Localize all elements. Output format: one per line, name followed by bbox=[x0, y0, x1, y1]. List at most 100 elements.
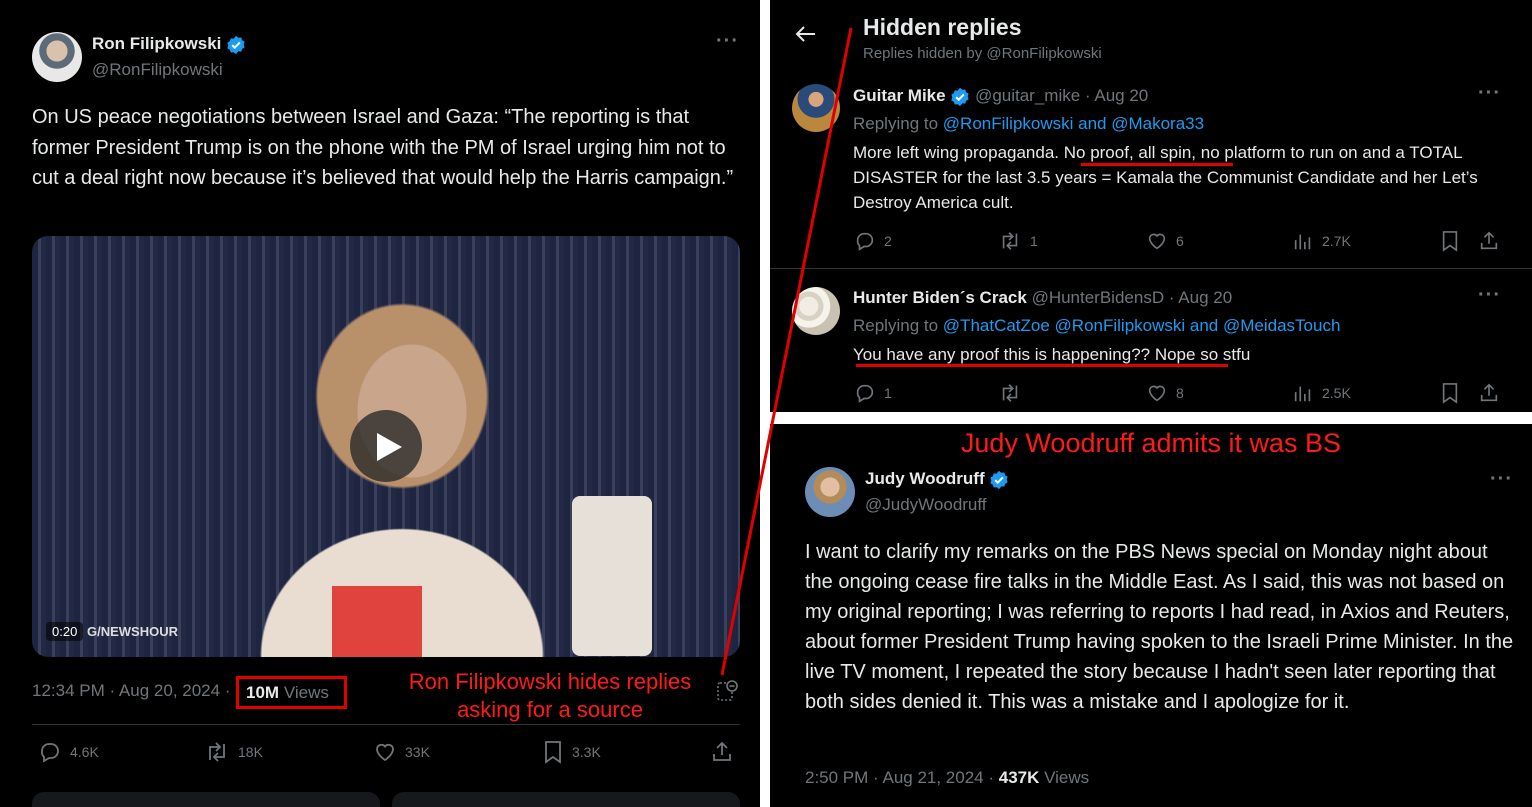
avatar[interactable] bbox=[32, 32, 82, 82]
bookmark-icon bbox=[1442, 383, 1458, 404]
more-options-icon[interactable]: ··· bbox=[1478, 82, 1501, 105]
replying-to: Replying to @RonFilipkowski and @Makora3… bbox=[853, 114, 1204, 134]
views-button[interactable]: 2.5K bbox=[1292, 382, 1351, 404]
avatar[interactable] bbox=[792, 287, 840, 335]
analytics-icon bbox=[1294, 386, 1311, 402]
bookmark-icon bbox=[545, 741, 561, 764]
reply-author-name[interactable]: Hunter Biden´s Crack bbox=[853, 288, 1027, 307]
reply-button[interactable]: 1 bbox=[854, 382, 892, 404]
like-button[interactable]: 33K bbox=[373, 740, 430, 764]
tweet-meta: 2:50 PM · Aug 21, 2024 · 437K Views bbox=[805, 768, 1089, 788]
like-count: 8 bbox=[1176, 385, 1184, 401]
reply-icon bbox=[856, 232, 874, 251]
repost-icon bbox=[209, 742, 225, 762]
play-icon bbox=[377, 433, 402, 461]
back-arrow-icon[interactable] bbox=[794, 22, 818, 46]
bottom-card[interactable] bbox=[392, 792, 740, 807]
reply-handle-date[interactable]: @guitar_mike · Aug 20 bbox=[975, 86, 1148, 105]
reply-count: 2 bbox=[884, 233, 892, 249]
annotation-left: Ron Filipkowski hides replies asking for… bbox=[408, 669, 692, 722]
video-frame-chair bbox=[572, 496, 652, 656]
heart-icon bbox=[1148, 385, 1166, 402]
woodruff-tweet-panel: Judy Woodruff admits it was BS Judy Wood… bbox=[770, 424, 1532, 807]
share-button[interactable] bbox=[1478, 382, 1500, 404]
views-count: 2.7K bbox=[1322, 233, 1351, 249]
bookmark-button[interactable] bbox=[1440, 382, 1460, 404]
author-handle[interactable]: @RonFilipkowski bbox=[92, 60, 223, 80]
share-button[interactable] bbox=[1478, 230, 1500, 252]
hidden-replies-icon[interactable] bbox=[716, 679, 738, 703]
verified-badge-icon bbox=[227, 35, 245, 54]
repost-count: 18K bbox=[238, 744, 263, 760]
more-options-icon[interactable]: ··· bbox=[1490, 468, 1513, 491]
replying-prefix: Replying to bbox=[853, 316, 939, 335]
share-icon bbox=[1480, 383, 1498, 402]
verified-badge-icon bbox=[990, 470, 1008, 489]
bottom-card[interactable] bbox=[32, 792, 380, 807]
reply-button[interactable]: 4.6K bbox=[38, 740, 99, 764]
bookmark-button[interactable]: 3.3K bbox=[542, 740, 601, 764]
replying-to-link[interactable]: @RonFilipkowski and @Makora33 bbox=[943, 114, 1204, 133]
reply-count: 4.6K bbox=[70, 744, 99, 760]
author-name[interactable]: Judy Woodruff bbox=[865, 469, 1009, 490]
author-handle[interactable]: @JudyWoodruff bbox=[865, 495, 987, 515]
reply-author[interactable]: Hunter Biden´s Crack @HunterBidensD · Au… bbox=[853, 288, 1232, 308]
annotation-underline bbox=[1081, 163, 1233, 166]
bookmark-button[interactable] bbox=[1440, 230, 1460, 252]
views-count: 10M Views bbox=[236, 676, 347, 709]
avatar[interactable] bbox=[805, 467, 855, 517]
like-count: 6 bbox=[1176, 233, 1184, 249]
video-time: 0:20 bbox=[46, 622, 84, 641]
repost-icon bbox=[1002, 232, 1018, 250]
views-number: 10M bbox=[246, 683, 280, 702]
page-subtitle: Replies hidden by @RonFilipkowski bbox=[863, 45, 1102, 62]
reply-text: More left wing propaganda. No proof, all… bbox=[853, 143, 1478, 212]
reply-button[interactable]: 2 bbox=[854, 230, 892, 252]
author-name-text[interactable]: Judy Woodruff bbox=[865, 469, 985, 488]
views-number: 437K bbox=[998, 768, 1040, 787]
repost-button[interactable] bbox=[998, 382, 1030, 404]
replying-to: Replying to @ThatCatZoe @RonFilipkowski … bbox=[853, 316, 1340, 336]
author-name-text[interactable]: Ron Filipkowski bbox=[92, 34, 221, 53]
reply-icon bbox=[856, 384, 874, 403]
reply-handle-date[interactable]: @HunterBidensD · Aug 20 bbox=[1032, 288, 1233, 307]
like-button[interactable]: 8 bbox=[1146, 382, 1184, 404]
avatar[interactable] bbox=[792, 84, 840, 132]
repost-button[interactable]: 18K bbox=[204, 740, 263, 764]
share-button[interactable] bbox=[710, 740, 734, 764]
more-options-icon[interactable]: ··· bbox=[1478, 284, 1501, 307]
tweet-text: On US peace negotiations between Israel … bbox=[32, 106, 734, 189]
divider bbox=[770, 268, 1532, 269]
tweet-timestamp[interactable]: 2:50 PM · Aug 21, 2024 · bbox=[805, 768, 994, 787]
video-frame-shirt bbox=[332, 586, 422, 657]
tweet-text: I want to clarify my remarks on the PBS … bbox=[805, 541, 1514, 713]
page-title: Hidden replies bbox=[863, 14, 1022, 40]
reply-author-name[interactable]: Guitar Mike bbox=[853, 86, 946, 105]
annotation-right: Judy Woodruff admits it was BS bbox=[960, 428, 1342, 458]
like-count: 33K bbox=[405, 744, 430, 760]
heart-icon bbox=[376, 743, 394, 762]
like-button[interactable]: 6 bbox=[1146, 230, 1184, 252]
bookmark-icon bbox=[1442, 231, 1458, 252]
video-player[interactable]: G/NEWSHOUR 0:20 bbox=[32, 236, 740, 657]
repost-count: 1 bbox=[1030, 233, 1038, 249]
repost-button[interactable]: 1 bbox=[998, 230, 1038, 252]
more-options-icon[interactable]: ··· bbox=[716, 30, 739, 53]
play-button[interactable] bbox=[350, 410, 422, 482]
views-button[interactable]: 2.7K bbox=[1292, 230, 1351, 252]
replying-prefix: Replying to bbox=[853, 114, 939, 133]
author-name[interactable]: Ron Filipkowski bbox=[92, 34, 246, 55]
share-icon bbox=[1480, 231, 1498, 250]
main-tweet-panel: Ron Filipkowski @RonFilipkowski ··· On U… bbox=[0, 0, 760, 807]
share-icon bbox=[713, 741, 731, 761]
reply-author[interactable]: Guitar Mike @guitar_mike · Aug 20 bbox=[853, 86, 1148, 107]
hidden-replies-panel: Hidden replies Replies hidden by @RonFil… bbox=[770, 0, 1532, 412]
verified-badge-icon bbox=[951, 87, 969, 106]
divider bbox=[32, 724, 740, 725]
video-watermark: G/NEWSHOUR bbox=[87, 624, 178, 639]
tweet-timestamp[interactable]: 12:34 PM · Aug 20, 2024 · bbox=[32, 681, 230, 701]
replying-to-link[interactable]: @ThatCatZoe @RonFilipkowski and @MeidasT… bbox=[943, 316, 1341, 335]
repost-icon bbox=[1002, 384, 1018, 402]
views-label: Views bbox=[283, 683, 329, 702]
views-label: Views bbox=[1044, 768, 1090, 787]
